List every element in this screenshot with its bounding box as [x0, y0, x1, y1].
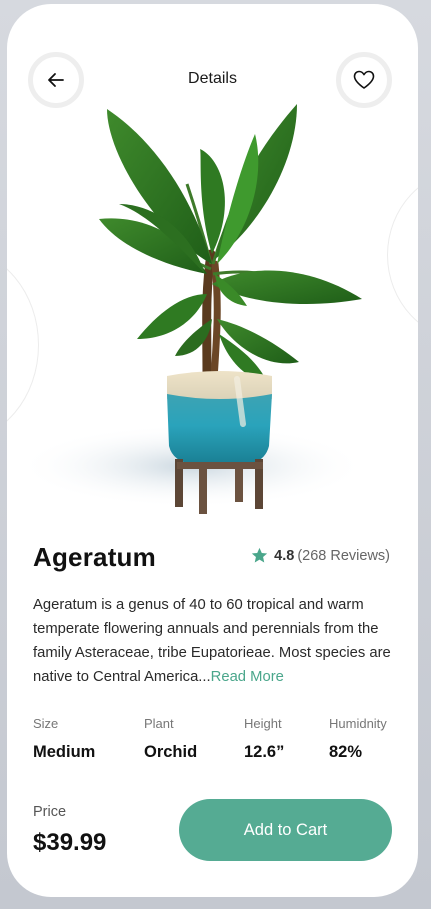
product-description: Ageratum is a genus of 40 to 60 tropical…	[33, 593, 395, 689]
product-rating: 4.8 (268 Reviews)	[251, 547, 390, 564]
star-icon	[252, 547, 268, 563]
review-count: (268 Reviews)	[297, 547, 390, 564]
spec-humidity: Humidnity 82%	[329, 716, 387, 762]
spec-value: 82%	[329, 743, 363, 761]
spec-value: Medium	[33, 743, 96, 761]
spec-plant: Plant Orchid	[144, 716, 197, 762]
spec-label: Plant	[144, 716, 174, 731]
spec-size: Size Medium	[33, 716, 95, 762]
product-image	[7, 94, 418, 534]
spec-label: Humidnity	[329, 716, 387, 731]
specs-row: Size Medium Plant Orchid Height 12.6” Hu…	[33, 716, 403, 776]
heart-icon	[353, 70, 375, 89]
spec-value: 12.6”	[244, 743, 285, 761]
price-label: Price	[33, 804, 67, 820]
spec-height: Height 12.6”	[244, 716, 284, 762]
price-value: $39.99	[33, 829, 107, 856]
spec-label: Size	[33, 716, 59, 731]
rating-score: 4.8	[274, 547, 295, 564]
spec-value: Orchid	[144, 743, 198, 761]
details-screen: Details Ageratum 4.8 (268 Reviews) Agera…	[7, 4, 418, 897]
screen-background: Details Ageratum 4.8 (268 Reviews) Agera…	[0, 0, 431, 909]
read-more-link[interactable]: Read More	[211, 669, 284, 685]
add-to-cart-button[interactable]: Add to Cart	[179, 799, 392, 861]
spec-label: Height	[244, 716, 282, 731]
product-name: Ageratum	[33, 542, 156, 572]
